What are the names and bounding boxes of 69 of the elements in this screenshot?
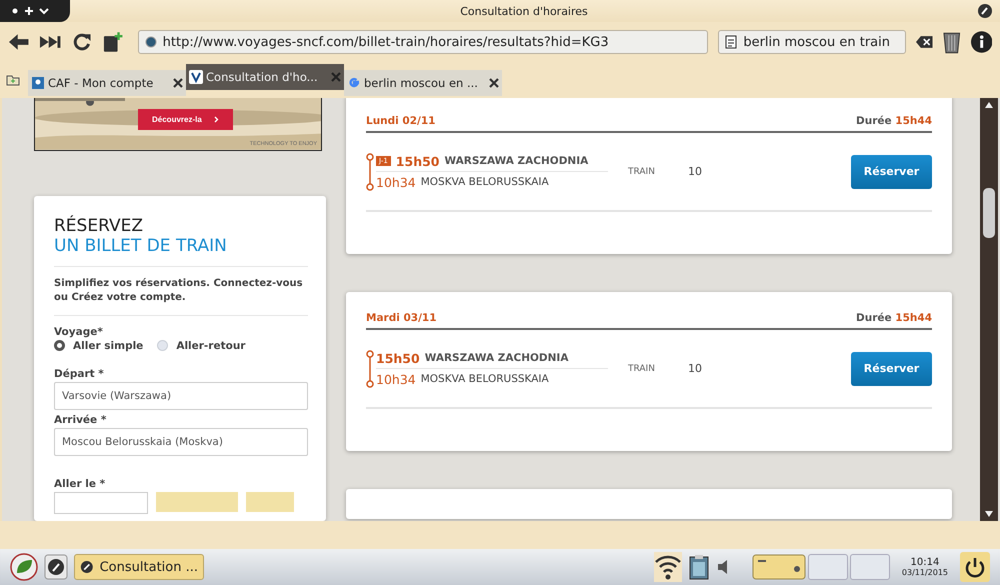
trash-icon[interactable] — [943, 30, 961, 54]
taskbar-button[interactable]: Consultation ... — [74, 554, 204, 580]
arrival-time: 10h34 — [376, 372, 416, 386]
departure-field[interactable]: Varsovie (Warszawa) — [54, 382, 308, 410]
browser-tab[interactable]: berlin moscou en ... — [344, 70, 502, 96]
reserve-button[interactable]: Réserver — [851, 154, 932, 188]
discover-button[interactable]: Découvrez-la — [138, 109, 233, 130]
field-label: Arrivée * — [54, 414, 108, 426]
train-number: 10 — [688, 165, 703, 178]
address-field[interactable]: http://www.voyages-sncf.com/billet-train/horaires/resultats?hid=KG3 — [138, 30, 708, 54]
fast-forward-icon[interactable] — [39, 34, 63, 50]
folder-icon[interactable] — [6, 74, 20, 86]
field-label: Voyage* — [54, 326, 104, 338]
departure-time: 15h50 — [396, 154, 440, 168]
scrollbar[interactable] — [980, 98, 998, 521]
window-title: Consultation d'horaires — [459, 4, 589, 18]
radio-label[interactable]: Aller simple — [73, 340, 144, 352]
browser-tab[interactable]: CAF - Mon compte — [28, 70, 186, 96]
clear-icon[interactable] — [916, 35, 934, 49]
pencil-icon — [80, 559, 94, 575]
form-subtitle: UN BILLET DE TRAIN — [54, 236, 228, 256]
v-logo-icon — [189, 70, 203, 84]
bookmark-add-icon[interactable] — [102, 31, 124, 53]
arrival-field[interactable]: Moscou Belorusskaia (Moskva) — [54, 428, 308, 456]
leaf-menu-icon[interactable] — [10, 553, 38, 581]
search-field[interactable]: berlin moscou en train — [718, 30, 906, 54]
reload-icon[interactable] — [72, 32, 92, 52]
globe-icon — [144, 36, 157, 48]
radio-label[interactable]: Aller-retour — [176, 340, 246, 352]
intro-text: Simplifiez vos réservations. Connectez-vous ou Créez votre compte. — [54, 276, 304, 305]
power-icon[interactable] — [960, 552, 990, 582]
train-number: 10 — [688, 362, 703, 375]
back-icon[interactable] — [8, 33, 30, 51]
arrival-station: MOSKVA BELORUSSKAIA — [420, 373, 549, 385]
window-menu-icon[interactable] — [0, 0, 70, 22]
route-line-icon — [366, 350, 374, 388]
duration-text: Durée 15h44 — [856, 312, 932, 324]
arrival-time: 10h34 — [376, 174, 416, 190]
transport-mode: TRAIN — [628, 166, 656, 176]
info-icon[interactable] — [970, 31, 992, 53]
departure-station: WARSZAWA ZACHODNIA — [424, 352, 568, 364]
id-card-icon — [31, 76, 45, 90]
travel-date: Mardi 03/11 — [366, 312, 437, 324]
pencil-icon[interactable] — [978, 4, 992, 18]
clock-time: 10:14 — [910, 557, 940, 568]
field-label: Aller le * — [54, 478, 106, 490]
wifi-icon[interactable] — [654, 552, 682, 582]
date-field[interactable] — [54, 492, 148, 514]
g-logo-icon — [347, 76, 361, 90]
battery-icon[interactable] — [752, 554, 806, 580]
transport-mode: TRAIN — [628, 364, 656, 374]
close-icon[interactable] — [173, 78, 183, 88]
form-title: RÉSERVEZ — [54, 216, 144, 236]
clock-date: 03/11/2015 — [902, 568, 948, 577]
pencil-icon[interactable] — [44, 554, 68, 580]
departure-station: WARSZAWA ZACHODNIA — [444, 155, 588, 167]
departure-time: 15h50 — [376, 350, 420, 366]
clipboard-icon[interactable] — [688, 554, 710, 580]
close-icon[interactable] — [489, 78, 499, 88]
browser-tab[interactable]: Consultation d'ho... — [186, 64, 344, 90]
reserve-button[interactable]: Réserver — [851, 352, 932, 386]
radio-button[interactable] — [54, 340, 65, 352]
arrival-station: MOSKVA BELORUSSKAIA — [420, 176, 549, 188]
travel-date: Lundi 02/11 — [366, 115, 436, 127]
route-line-icon — [366, 152, 374, 190]
duration-text: Durée 15h44 — [856, 115, 932, 127]
document-icon — [725, 35, 738, 49]
chevron-icon — [214, 116, 219, 123]
field-label: Départ * — [54, 368, 105, 380]
